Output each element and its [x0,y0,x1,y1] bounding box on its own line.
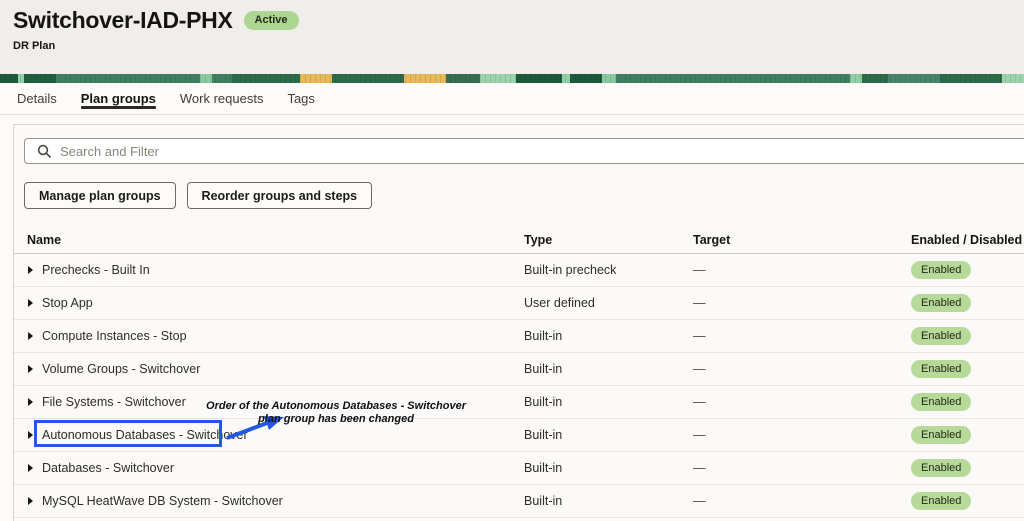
plan-group-type: Built-in [524,461,693,475]
plan-group-target: — [693,296,911,310]
plan-group-name: Volume Groups - Switchover [42,362,200,376]
column-header-type: Type [524,233,693,247]
toolbar: Manage plan groups Reorder groups and st… [24,182,1024,209]
plan-group-name: Databases - Switchover [42,461,174,475]
expand-arrow-icon[interactable] [28,431,33,439]
search-filter-box[interactable] [24,138,1024,164]
plan-group-target: — [693,461,911,475]
plan-group-type: Built-in [524,362,693,376]
expand-arrow-icon[interactable] [28,464,33,472]
enabled-badge: Enabled [911,261,971,279]
plan-group-name: Autonomous Databases - Switchover [42,428,248,442]
tab-tags[interactable]: Tags [287,83,314,114]
enabled-badge: Enabled [911,426,971,444]
plan-group-name: Prechecks - Built In [42,263,150,277]
expand-arrow-icon[interactable] [28,332,33,340]
plan-group-name: Compute Instances - Stop [42,329,187,343]
expand-arrow-icon[interactable] [28,365,33,373]
table-row[interactable]: Compute Instances - Stop Built-in — Enab… [14,320,1024,353]
table-row[interactable]: Autonomous Databases - Switchover Built-… [14,419,1024,452]
decorative-banner-strip [0,74,1024,83]
plan-groups-table: Prechecks - Built In Built-in precheck —… [14,254,1024,518]
page-title: Switchover-IAD-PHX [13,7,233,34]
plan-groups-panel: Manage plan groups Reorder groups and st… [13,124,1024,521]
plan-group-type: User defined [524,296,693,310]
plan-group-target: — [693,263,911,277]
plan-group-type: Built-in [524,428,693,442]
table-row[interactable]: Stop App User defined — Enabled [14,287,1024,320]
page-header: Switchover-IAD-PHX Active DR Plan [0,0,1024,74]
table-row[interactable]: Databases - Switchover Built-in — Enable… [14,452,1024,485]
plan-group-type: Built-in precheck [524,263,693,277]
plan-group-target: — [693,428,911,442]
plan-group-name: MySQL HeatWave DB System - Switchover [42,494,283,508]
enabled-badge: Enabled [911,393,971,411]
table-row[interactable]: Volume Groups - Switchover Built-in — En… [14,353,1024,386]
enabled-badge: Enabled [911,459,971,477]
tab-plan-groups[interactable]: Plan groups [81,83,156,114]
tab-bar: Details Plan groups Work requests Tags [0,83,1024,115]
reorder-groups-button[interactable]: Reorder groups and steps [187,182,373,209]
manage-plan-groups-button[interactable]: Manage plan groups [24,182,176,209]
plan-group-target: — [693,362,911,376]
expand-arrow-icon[interactable] [28,266,33,274]
enabled-badge: Enabled [911,327,971,345]
search-input[interactable] [60,144,960,159]
enabled-badge: Enabled [911,492,971,510]
search-icon [37,144,51,158]
column-header-target: Target [693,233,911,247]
column-header-name: Name [14,233,524,247]
enabled-badge: Enabled [911,294,971,312]
plan-group-name: Stop App [42,296,93,310]
expand-arrow-icon[interactable] [28,398,33,406]
tab-work-requests[interactable]: Work requests [180,83,264,114]
tab-details[interactable]: Details [17,83,57,114]
table-row[interactable]: Prechecks - Built In Built-in precheck —… [14,254,1024,287]
table-row[interactable]: MySQL HeatWave DB System - Switchover Bu… [14,485,1024,518]
plan-group-type: Built-in [524,329,693,343]
plan-group-type: Built-in [524,395,693,409]
resource-type-label: DR Plan [13,40,1024,52]
expand-arrow-icon[interactable] [28,497,33,505]
plan-group-target: — [693,329,911,343]
status-badge: Active [244,11,299,30]
table-row[interactable]: File Systems - Switchover Built-in — Ena… [14,386,1024,419]
column-header-enabled: Enabled / Disabled [911,233,1024,247]
enabled-badge: Enabled [911,360,971,378]
plan-group-target: — [693,395,911,409]
plan-group-target: — [693,494,911,508]
plan-group-type: Built-in [524,494,693,508]
table-header: Name Type Target Enabled / Disabled [14,226,1024,254]
expand-arrow-icon[interactable] [28,299,33,307]
plan-group-name: File Systems - Switchover [42,395,186,409]
